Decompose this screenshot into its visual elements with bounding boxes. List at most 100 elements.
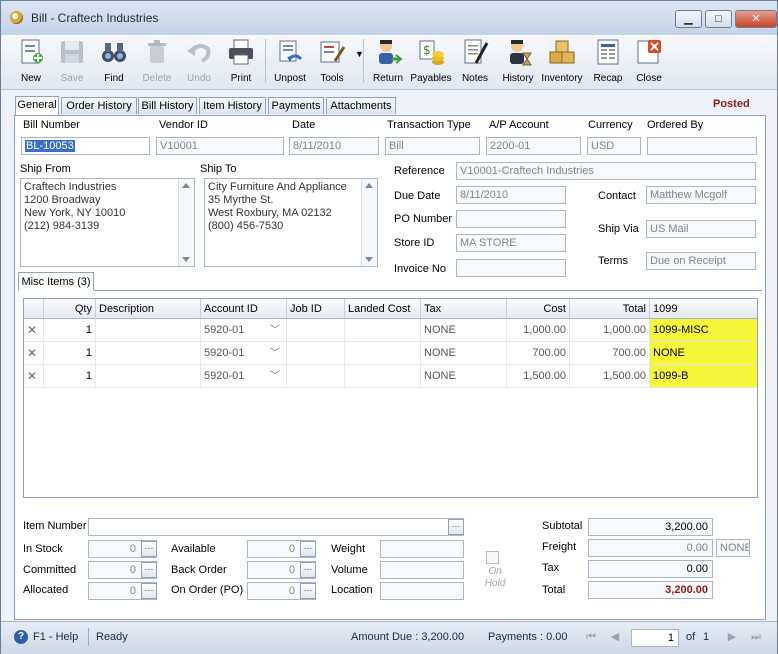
tab-order-history[interactable]: Order History xyxy=(61,97,137,114)
bill-number-field[interactable]: BL-10053 xyxy=(21,137,150,155)
date-field[interactable]: 8/11/2010 xyxy=(289,137,379,155)
next-record-icon[interactable]: ▶ xyxy=(725,630,739,644)
grid-cell-tax[interactable]: NONE xyxy=(421,342,507,365)
ap-account-label: A/P Account xyxy=(489,119,549,131)
delete-row-button[interactable]: ✕ xyxy=(24,319,44,342)
grid-header-job-id[interactable]: Job ID xyxy=(287,299,345,319)
grid-header-tax[interactable]: Tax xyxy=(421,299,507,319)
ship-from-scrollbar[interactable] xyxy=(178,179,194,266)
ship-to-address[interactable]: City Furniture And Appliance 35 Myrthe S… xyxy=(204,178,378,267)
tab-item-history[interactable]: Item History xyxy=(199,97,266,114)
grid-header-qty[interactable]: Qty xyxy=(44,299,96,319)
grid-cell-cost[interactable]: 1,000.00 xyxy=(507,319,570,342)
grid-header-cost[interactable]: Cost xyxy=(507,299,570,319)
allocated-lookup-button[interactable]: ··· xyxy=(141,583,157,599)
freight-tax-field[interactable]: NONE xyxy=(716,539,750,557)
last-record-icon[interactable]: ⏭ xyxy=(749,630,763,644)
available-lookup-button[interactable]: ··· xyxy=(300,541,316,557)
delete-x-icon[interactable]: ✕ xyxy=(27,323,37,337)
volume-field[interactable] xyxy=(380,561,464,579)
grid-header-1099[interactable]: 1099 xyxy=(650,299,757,319)
grid-cell-1099[interactable]: 1099-B xyxy=(650,365,757,388)
grid-cell-qty[interactable]: 1 xyxy=(44,319,96,342)
ship-via-field[interactable]: US Mail xyxy=(646,220,756,238)
grid-cell-cost[interactable]: 700.00 xyxy=(507,342,570,365)
tab-bill-history[interactable]: Bill History xyxy=(138,97,197,114)
terms-field[interactable]: Due on Receipt xyxy=(646,252,756,270)
in-stock-lookup-button[interactable]: ··· xyxy=(141,541,157,557)
store-id-field[interactable]: MA STORE xyxy=(456,234,566,252)
scroll-down-icon[interactable] xyxy=(365,257,373,262)
page-number-input[interactable]: 1 xyxy=(631,629,679,647)
item-number-field[interactable] xyxy=(88,518,464,536)
scroll-up-icon[interactable] xyxy=(365,183,373,188)
grid-cell-qty[interactable]: 1 xyxy=(44,365,96,388)
weight-field[interactable] xyxy=(380,540,464,558)
grid-cell-description[interactable] xyxy=(96,365,201,388)
minimize-button[interactable]: ▁ xyxy=(675,10,702,28)
currency-field[interactable]: USD xyxy=(587,137,641,155)
previous-record-icon[interactable]: ◀ xyxy=(608,630,622,644)
ship-to-scrollbar[interactable] xyxy=(361,179,377,266)
help-icon[interactable]: ? xyxy=(14,630,28,644)
delete-x-icon[interactable]: ✕ xyxy=(27,346,37,360)
grid-cell-job-id[interactable] xyxy=(287,342,345,365)
grid-header-landed-cost[interactable]: Landed Cost xyxy=(345,299,421,319)
close-window-button[interactable]: ✕ xyxy=(735,10,777,28)
ship-from-address[interactable]: Craftech Industries 1200 Broadway New Yo… xyxy=(20,178,195,267)
transaction-type-field[interactable]: Bill xyxy=(385,137,480,155)
grid-cell-description[interactable] xyxy=(96,319,201,342)
due-date-field[interactable]: 8/11/2010 xyxy=(456,186,566,204)
tab-payments[interactable]: Payments xyxy=(268,97,324,114)
ordered-by-field[interactable] xyxy=(647,137,757,155)
ap-account-field[interactable]: 2200-01 xyxy=(486,137,581,155)
on-hold-checkbox[interactable] xyxy=(486,551,499,564)
contact-field[interactable]: Matthew Mcgolf xyxy=(646,186,756,204)
vendor-id-field[interactable]: V10001 xyxy=(156,137,284,155)
help-link[interactable]: F1 - Help xyxy=(33,631,78,643)
grid-cell-job-id[interactable] xyxy=(287,365,345,388)
grid-cell-account-id[interactable]: 5920-01 ﹀ xyxy=(201,365,287,388)
grid-header-account-id[interactable]: Account ID xyxy=(201,299,287,319)
on-order-lookup-button[interactable]: ··· xyxy=(300,583,316,599)
reference-field[interactable]: V10001-Craftech Industries xyxy=(456,162,756,180)
grid-cell-landed-cost[interactable] xyxy=(345,319,421,342)
grid-cell-account-id[interactable]: 5920-01 ﹀ xyxy=(201,342,287,365)
tab-attachments[interactable]: Attachments xyxy=(326,97,396,114)
grid-cell-tax[interactable]: NONE xyxy=(421,365,507,388)
grid-cell-landed-cost[interactable] xyxy=(345,342,421,365)
invoice-no-field[interactable] xyxy=(456,259,566,277)
print-button[interactable]: Print xyxy=(218,37,264,87)
po-number-field[interactable] xyxy=(456,210,566,228)
chevron-down-icon[interactable]: ﹀ xyxy=(270,342,280,365)
freight-field[interactable]: 0.00 xyxy=(588,539,713,557)
scroll-down-icon[interactable] xyxy=(182,257,190,262)
delete-x-icon[interactable]: ✕ xyxy=(27,369,37,383)
grid-cell-1099[interactable]: 1099-MISC xyxy=(650,319,757,342)
delete-row-button[interactable]: ✕ xyxy=(24,365,44,388)
tab-general[interactable]: General xyxy=(15,96,59,115)
grid-cell-description[interactable] xyxy=(96,342,201,365)
maximize-button[interactable]: □ xyxy=(705,10,732,28)
delete-row-button[interactable]: ✕ xyxy=(24,342,44,365)
grid-cell-tax[interactable]: NONE xyxy=(421,319,507,342)
first-record-icon[interactable]: ⏮ xyxy=(584,630,598,644)
tab-misc-items[interactable]: Misc Items (3) xyxy=(18,272,94,291)
grid-header-total[interactable]: Total xyxy=(570,299,650,319)
back-order-lookup-button[interactable]: ··· xyxy=(300,562,316,578)
scroll-up-icon[interactable] xyxy=(182,183,190,188)
grid-cell-1099[interactable]: NONE xyxy=(650,342,757,365)
chevron-down-icon[interactable]: ﹀ xyxy=(270,319,280,342)
grid-header-description[interactable]: Description xyxy=(96,299,201,319)
committed-lookup-button[interactable]: ··· xyxy=(141,562,157,578)
close-form-button[interactable]: Close xyxy=(626,37,672,87)
grid-cell-account-id[interactable]: 5920-01 ﹀ xyxy=(201,319,287,342)
grid-cell-job-id[interactable] xyxy=(287,319,345,342)
grid-cell-cost[interactable]: 1,500.00 xyxy=(507,365,570,388)
grid-cell-qty[interactable]: 1 xyxy=(44,342,96,365)
tools-button[interactable]: Tools ▼ xyxy=(309,37,364,87)
grid-cell-landed-cost[interactable] xyxy=(345,365,421,388)
location-field[interactable] xyxy=(380,582,464,600)
item-number-lookup-button[interactable]: ··· xyxy=(448,519,464,535)
chevron-down-icon[interactable]: ﹀ xyxy=(270,365,280,388)
